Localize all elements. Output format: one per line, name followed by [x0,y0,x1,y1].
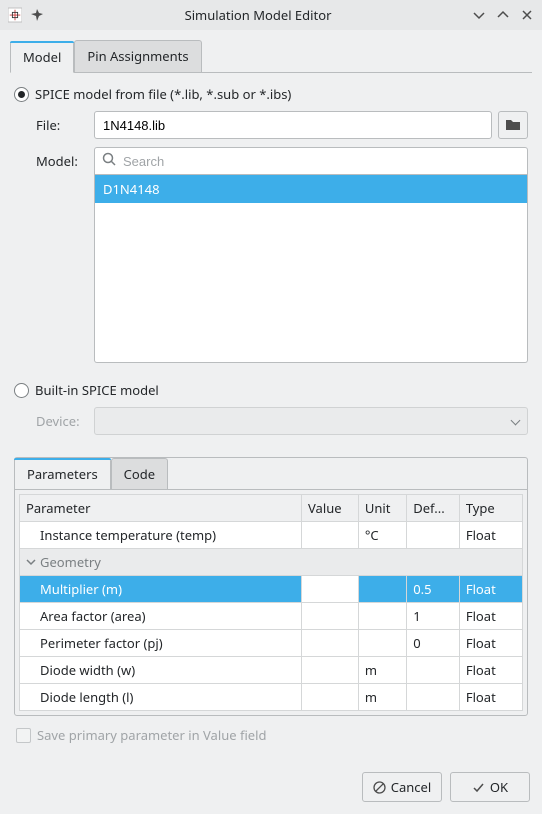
cell-value[interactable] [302,657,359,684]
folder-icon [505,118,521,132]
tab-parameters[interactable]: Parameters [14,458,111,489]
simulation-model-editor-window: Simulation Model Editor Model Pin Assign… [0,0,542,814]
col-parameter[interactable]: Parameter [20,495,302,522]
cell-parameter: Diode length (l) [20,684,302,711]
pin-icon[interactable] [30,8,44,22]
parameters-table: Parameter Value Unit Def... Type Instanc… [19,494,523,711]
cell-parameter: Diode width (w) [20,657,302,684]
cell-type: Float [459,522,522,549]
ok-button-label: OK [490,778,508,796]
col-unit[interactable]: Unit [358,495,406,522]
col-default[interactable]: Def... [407,495,460,522]
cell-unit [358,576,406,603]
file-input[interactable] [94,111,492,139]
cell-value[interactable] [302,576,359,603]
cell-def: 0.5 [407,576,460,603]
table-row[interactable]: Diode width (w) m Float [20,657,523,684]
table-row[interactable]: Multiplier (m) 0.5Float [20,576,523,603]
cell-def [407,684,460,711]
spice-file-radio[interactable]: SPICE model from file (*.lib, *.sub or *… [14,85,528,103]
cell-parameter: Area factor (area) [20,603,302,630]
check-icon [472,781,485,794]
radio-icon [14,383,29,398]
cell-unit [358,603,406,630]
table-row[interactable]: Instance temperature (temp) °C Float [20,522,523,549]
tab-model[interactable]: Model [10,41,74,73]
search-icon [102,152,116,170]
cell-unit: °C [358,522,406,549]
table-header-row: Parameter Value Unit Def... Type [20,495,523,522]
cell-type: Float [459,576,522,603]
cell-unit [358,630,406,657]
app-icon [8,8,22,22]
cell-unit: m [358,684,406,711]
table-row[interactable]: Area factor (area) 1Float [20,603,523,630]
model-search-input[interactable] [94,147,528,175]
window-title: Simulation Model Editor [44,6,472,24]
cell-type: Float [459,684,522,711]
cell-type: Float [459,657,522,684]
device-combo [94,407,528,435]
checkbox-icon [16,728,31,743]
cell-def: 0 [407,630,460,657]
radio-icon [14,87,29,102]
cell-type: Float [459,630,522,657]
table-row[interactable]: Diode length (l) m Float [20,684,523,711]
file-label: File: [36,111,88,134]
save-primary-checkbox: Save primary parameter in Value field [16,726,526,744]
tab-pin-assignments[interactable]: Pin Assignments [74,40,201,72]
cell-def: 1 [407,603,460,630]
minimize-icon[interactable] [472,8,486,22]
cell-type: Float [459,603,522,630]
ok-button[interactable]: OK [450,772,530,802]
model-listbox[interactable]: D1N4148 [94,175,528,363]
cell-value[interactable] [302,522,359,549]
cell-parameter: Instance temperature (temp) [20,522,302,549]
col-value[interactable]: Value [302,495,359,522]
cell-def [407,522,460,549]
cancel-button-label: Cancel [391,778,431,796]
chevron-down-icon [26,553,36,571]
table-row[interactable]: Perimeter factor (pj) 0Float [20,630,523,657]
browse-file-button[interactable] [498,111,528,139]
close-icon[interactable] [520,8,534,22]
titlebar: Simulation Model Editor [0,0,542,30]
maximize-icon[interactable] [496,8,510,22]
model-list-item[interactable]: D1N4148 [95,175,527,203]
main-tab-bar: Model Pin Assignments [10,40,532,73]
cell-parameter: Perimeter factor (pj) [20,630,302,657]
device-label: Device: [36,412,88,430]
cancel-button[interactable]: Cancel [362,772,442,802]
save-primary-label: Save primary parameter in Value field [37,726,266,744]
col-type[interactable]: Type [459,495,522,522]
table-group-row[interactable]: Geometry [20,549,523,576]
cell-value[interactable] [302,630,359,657]
cell-value[interactable] [302,684,359,711]
cell-def [407,657,460,684]
cell-value[interactable] [302,603,359,630]
cancel-icon [373,781,386,794]
spice-file-radio-label: SPICE model from file (*.lib, *.sub or *… [35,85,291,103]
cell-unit: m [358,657,406,684]
cell-parameter: Multiplier (m) [20,576,302,603]
tab-code[interactable]: Code [111,458,168,489]
builtin-spice-radio[interactable]: Built-in SPICE model [14,381,528,399]
chevron-down-icon [512,412,519,430]
builtin-spice-radio-label: Built-in SPICE model [35,381,159,399]
model-label: Model: [36,147,88,170]
